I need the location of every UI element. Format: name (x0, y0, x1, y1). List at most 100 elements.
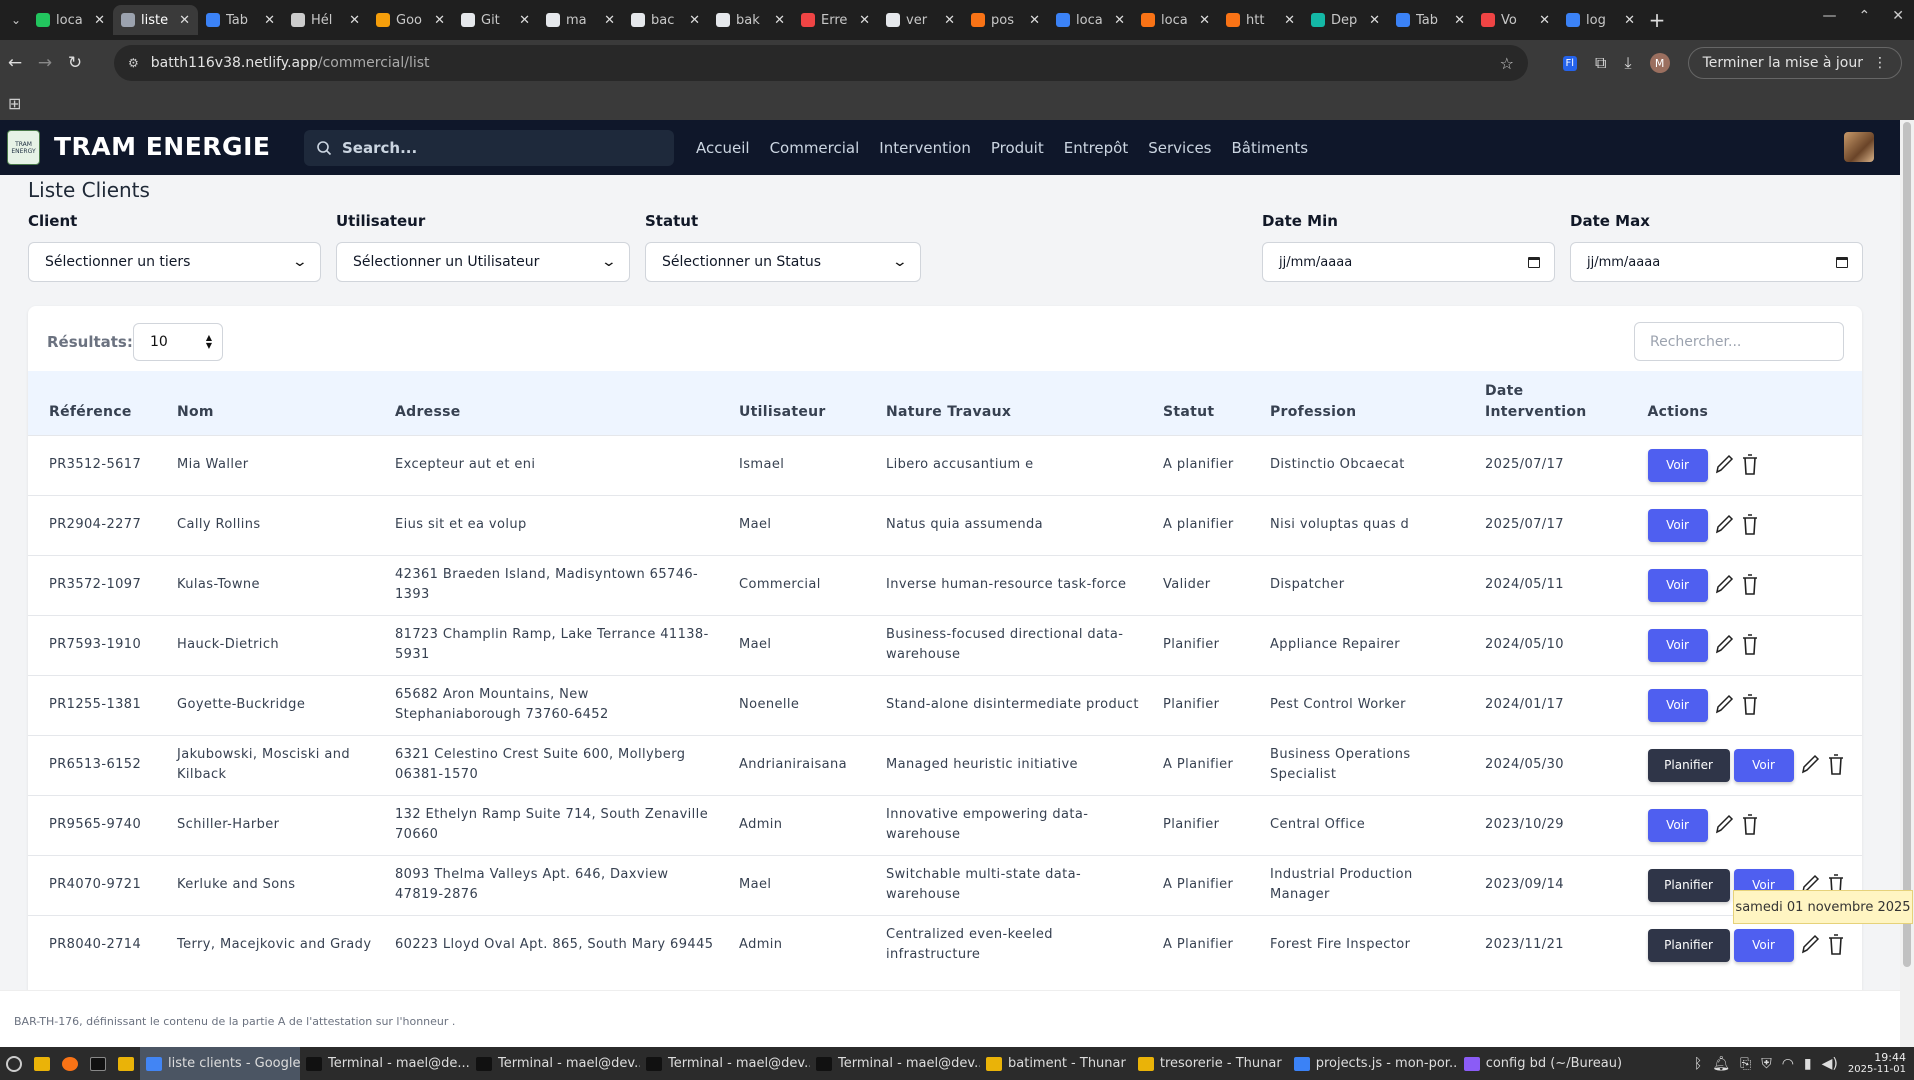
planifier-button[interactable]: Planifier (1647, 928, 1730, 962)
browser-tab[interactable]: Goo ✕ (368, 5, 453, 35)
tab-close-icon[interactable]: ✕ (1369, 13, 1380, 28)
browser-tab[interactable]: Erre ✕ (793, 5, 878, 35)
site-info-icon[interactable]: ⚙ (128, 56, 139, 70)
date-max-input[interactable]: jj/mm/aaaa (1570, 242, 1863, 282)
trash-icon[interactable] (1740, 452, 1760, 478)
tab-close-icon[interactable]: ✕ (1624, 13, 1635, 28)
tab-close-icon[interactable]: ✕ (519, 13, 530, 28)
col-nom[interactable]: Nom (156, 371, 374, 435)
voir-button[interactable]: Voir (1647, 808, 1708, 842)
tab-search-chevron-icon[interactable]: ⌄ (4, 13, 28, 27)
bluetooth-icon[interactable]: ᛒ (1694, 1056, 1702, 1072)
notification-bell-icon[interactable]: 🔔︎ (1712, 1056, 1730, 1072)
clock[interactable]: 19:44 2025-11-01 (1848, 1051, 1906, 1076)
browser-tab[interactable]: bak ✕ (708, 5, 793, 35)
restore-icon[interactable]: ⌃ (1859, 8, 1871, 24)
tab-close-icon[interactable]: ✕ (94, 13, 105, 28)
browser-tab[interactable]: Vo ✕ (1473, 5, 1558, 35)
browser-tab[interactable]: Hél ✕ (283, 5, 368, 35)
nav-accueil[interactable]: Accueil (696, 139, 750, 157)
user-avatar[interactable] (1844, 132, 1874, 162)
taskbar-window[interactable]: projects.js - mon-por... (1288, 1047, 1458, 1080)
browser-tab[interactable]: ver ✕ (878, 5, 963, 35)
tab-close-icon[interactable]: ✕ (604, 13, 615, 28)
browser-tab[interactable]: pos ✕ (963, 5, 1048, 35)
global-search[interactable] (304, 130, 674, 166)
terminal-launcher-icon[interactable] (84, 1047, 112, 1080)
apps-grid-icon[interactable]: ⊞ (8, 94, 21, 113)
more-menu-icon[interactable]: ⋮ (1873, 55, 1887, 71)
tab-close-icon[interactable]: ✕ (264, 13, 275, 28)
bookmark-star-icon[interactable]: ☆ (1500, 54, 1514, 73)
nav-commercial[interactable]: Commercial (770, 139, 860, 157)
browser-tab[interactable]: Tab ✕ (1388, 5, 1473, 35)
volume-icon[interactable]: ◀) (1822, 1056, 1838, 1072)
browser-launcher-icon[interactable] (56, 1047, 84, 1080)
scrollbar-thumb[interactable] (1903, 122, 1911, 967)
taskbar-window[interactable]: liste clients - Google ... (140, 1047, 300, 1080)
browser-tab[interactable]: loca ✕ (1133, 5, 1218, 35)
col-utilisateur[interactable]: Utilisateur (718, 371, 865, 435)
col-statut[interactable]: Statut (1142, 371, 1249, 435)
edit-pencil-icon[interactable] (1714, 572, 1734, 598)
tab-close-icon[interactable]: ✕ (1029, 13, 1040, 28)
tab-close-icon[interactable]: ✕ (774, 13, 785, 28)
tab-close-icon[interactable]: ✕ (1454, 13, 1465, 28)
address-bar[interactable]: ⚙ batth116v38.netlify.app/commercial/lis… (114, 45, 1528, 81)
col-adresse[interactable]: Adresse (374, 371, 718, 435)
col-reference[interactable]: Référence (28, 371, 156, 435)
global-search-input[interactable] (342, 139, 642, 157)
files-launcher-icon[interactable] (28, 1047, 56, 1080)
edit-pencil-icon[interactable] (1800, 932, 1820, 958)
col-nature-travaux[interactable]: Nature Travaux (865, 371, 1142, 435)
trash-icon[interactable] (1740, 572, 1760, 598)
profile-avatar[interactable]: M (1649, 53, 1670, 73)
results-per-page-select[interactable]: 10 ▲ ▼ (133, 323, 223, 361)
trash-icon[interactable] (1826, 752, 1846, 778)
status-filter-select[interactable]: Sélectionner un Status ⌄ (645, 242, 921, 282)
edit-pencil-icon[interactable] (1714, 632, 1734, 658)
network-icon[interactable]: ◠ (1782, 1056, 1794, 1072)
browser-tab[interactable]: loca ✕ (28, 5, 113, 35)
calendar-icon[interactable] (1836, 256, 1848, 268)
extension-icon[interactable]: Fl (1562, 55, 1578, 71)
table-search-input[interactable] (1650, 333, 1830, 350)
trash-icon[interactable] (1740, 632, 1760, 658)
start-menu-icon[interactable] (0, 1047, 28, 1080)
edit-pencil-icon[interactable] (1800, 752, 1820, 778)
edit-pencil-icon[interactable] (1714, 812, 1734, 838)
tab-close-icon[interactable]: ✕ (434, 13, 445, 28)
planifier-button[interactable]: Planifier (1647, 868, 1730, 902)
clipboard-icon[interactable]: ⎘ (1740, 1056, 1751, 1072)
trash-icon[interactable] (1740, 692, 1760, 718)
tab-close-icon[interactable]: ✕ (1199, 13, 1210, 28)
browser-tab[interactable]: Tab ✕ (198, 5, 283, 35)
reload-icon[interactable]: ↻ (60, 53, 90, 73)
voir-button[interactable]: Voir (1647, 508, 1708, 542)
tab-close-icon[interactable]: ✕ (1284, 13, 1295, 28)
extensions-puzzle-icon[interactable]: ⧉ (1595, 53, 1606, 73)
browser-tab[interactable]: Dep ✕ (1303, 5, 1388, 35)
tab-close-icon[interactable]: ✕ (349, 13, 360, 28)
taskbar-window[interactable]: Terminal - mael@dev... (640, 1047, 810, 1080)
tab-close-icon[interactable]: ✕ (689, 13, 700, 28)
tab-close-icon[interactable]: ✕ (179, 13, 190, 28)
table-search[interactable] (1634, 322, 1844, 361)
browser-tab[interactable]: loca ✕ (1048, 5, 1133, 35)
brand-name[interactable]: TRAM ENERGIE (54, 132, 270, 161)
taskbar-window[interactable]: Terminal - mael@de... (300, 1047, 470, 1080)
browser-tab[interactable]: htt ✕ (1218, 5, 1303, 35)
nav-entrepot[interactable]: Entrepôt (1064, 139, 1129, 157)
taskbar-window[interactable]: Terminal - mael@dev... (810, 1047, 980, 1080)
taskbar-window[interactable]: Terminal - mael@dev... (470, 1047, 640, 1080)
taskbar-window[interactable]: batiment - Thunar (980, 1047, 1132, 1080)
nav-intervention[interactable]: Intervention (879, 139, 971, 157)
close-window-icon[interactable]: ✕ (1892, 8, 1904, 24)
voir-button[interactable]: Voir (1647, 568, 1708, 602)
voir-button[interactable]: Voir (1733, 748, 1794, 782)
planifier-button[interactable]: Planifier (1647, 748, 1730, 782)
browser-tab[interactable]: log ✕ (1558, 5, 1643, 35)
battery-icon[interactable]: ▮ (1804, 1056, 1812, 1072)
browser-tab[interactable]: ma ✕ (538, 5, 623, 35)
browser-tab[interactable]: Git ✕ (453, 5, 538, 35)
